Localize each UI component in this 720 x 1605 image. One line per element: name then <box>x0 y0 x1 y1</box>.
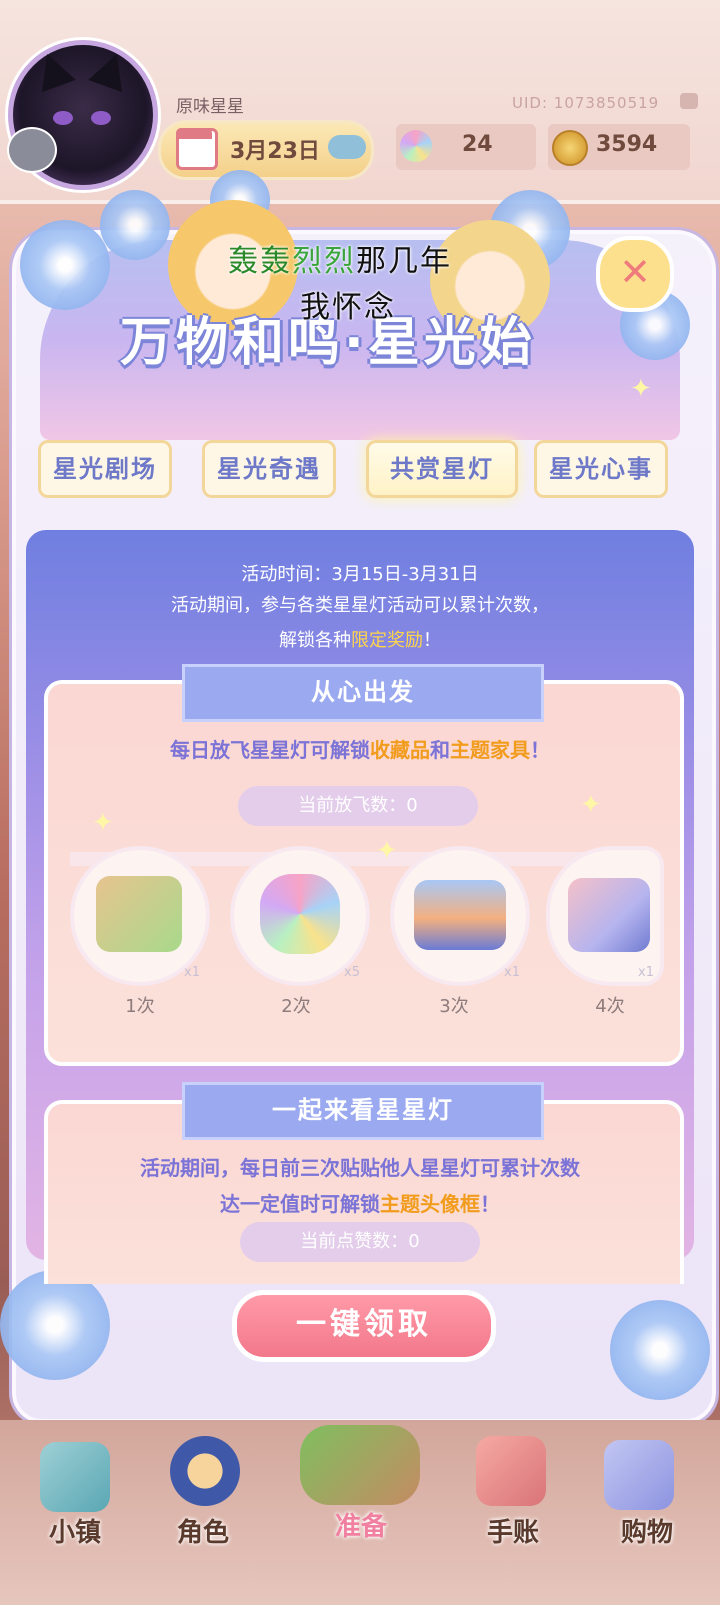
desc-text: ！ <box>530 738 550 762</box>
collectible-highlight: 收藏品 <box>370 738 430 762</box>
limited-reward-highlight: 限定奖励 <box>351 630 423 651</box>
launch-counter: 当前放飞数：0 <box>238 786 478 826</box>
sparkle-icon: ✦ <box>630 374 652 404</box>
overlay-caption-part: 轰轰 <box>228 244 292 279</box>
event-description: 活动期间，参与各类星星灯活动可以累计次数， <box>171 595 549 616</box>
cat-eye-icon <box>53 111 73 125</box>
gem-amount: 24 <box>462 132 493 157</box>
tab-star-secrets[interactable]: 星光心事 <box>534 440 668 498</box>
nav-label-town: 小镇 <box>48 1518 101 1548</box>
shopping-bag-icon[interactable] <box>604 1440 674 1510</box>
coin-icon <box>552 130 588 166</box>
blue-flower-icon <box>20 220 110 310</box>
food-bundle-icon <box>96 876 182 952</box>
overlay-caption-part: 烈烈 <box>292 244 356 279</box>
desc-text: ！ <box>480 1192 500 1216</box>
character-icon[interactable] <box>170 1436 240 1506</box>
section-description: 活动期间，每日前三次贴贴他人星星灯可累计次数 <box>140 1156 580 1180</box>
tab-star-encounter[interactable]: 星光奇遇 <box>202 440 336 498</box>
reward-slot[interactable]: x1 <box>390 846 530 986</box>
map-icon[interactable] <box>40 1442 110 1512</box>
player-avatar[interactable] <box>7 40 158 190</box>
copy-uid-icon[interactable] <box>680 93 698 109</box>
close-button[interactable]: ✕ <box>596 236 674 312</box>
nav-label-prepare: 准备 <box>334 1512 387 1542</box>
nav-label-shop: 购物 <box>620 1518 673 1548</box>
craft-supplies-icon <box>568 878 650 952</box>
section-title: 从心出发 <box>182 664 544 722</box>
overlay-caption-line2: 我怀念 <box>300 290 396 325</box>
tab-star-lanterns[interactable]: 共赏星灯 <box>366 440 518 498</box>
claim-all-button[interactable]: 一键领取 <box>232 1290 496 1362</box>
note-text: 解锁各种 <box>279 630 351 651</box>
event-tabs: 星光剧场 星光奇遇 共赏星灯 星光心事 <box>30 440 690 500</box>
cat-ear-icon <box>88 47 134 93</box>
blue-flower-icon <box>0 1270 110 1380</box>
reward-threshold: 3次 <box>439 996 469 1017</box>
reward-quantity: x1 <box>184 965 200 980</box>
reward-threshold: 2次 <box>281 996 311 1017</box>
event-reward-note: 解锁各种限定奖励！ <box>40 626 680 652</box>
mushroom-arch-icon <box>414 880 506 950</box>
nav-label-character: 角色 <box>176 1518 229 1548</box>
sparkle-icon: ✦ <box>376 836 398 866</box>
desc-text: 和 <box>430 738 450 762</box>
reward-quantity: x1 <box>504 965 520 980</box>
player-nickname: 原味星星 <box>176 97 244 117</box>
section-title: 一起来看星星灯 <box>182 1082 544 1140</box>
section-description: 每日放飞星星灯可解锁收藏品和主题家具！ <box>44 734 676 763</box>
nav-label-journal: 手账 <box>486 1518 539 1548</box>
current-date: 3月23日 <box>230 139 320 164</box>
like-counter: 当前点赞数：0 <box>240 1222 480 1262</box>
cat-eye-icon <box>91 111 111 125</box>
cat-ear-icon <box>30 47 76 93</box>
desc-text: 每日放飞星星灯可解锁 <box>170 738 370 762</box>
sparkle-icon: ✦ <box>580 790 602 820</box>
player-uid: UID: 1073850519 <box>512 94 660 112</box>
reward-quantity: x5 <box>344 965 360 980</box>
rainbow-star-icon <box>260 874 340 954</box>
note-text: ！ <box>423 630 441 651</box>
reward-slot[interactable]: x1 <box>70 846 210 986</box>
blue-flower-icon <box>100 190 170 260</box>
reward-slot[interactable]: x1 <box>546 846 664 986</box>
section-description: 达一定值时可解锁主题头像框！ <box>44 1188 676 1217</box>
pet-avatar-icon <box>7 127 57 173</box>
picnic-basket-icon[interactable] <box>300 1425 420 1505</box>
tab-star-theater[interactable]: 星光剧场 <box>38 440 172 498</box>
coin-amount: 3594 <box>596 132 658 157</box>
reward-slot[interactable]: x5 <box>230 846 370 986</box>
blue-flower-icon <box>610 1300 710 1400</box>
overlay-caption-part: 那几年 <box>356 244 452 279</box>
reward-threshold: 1次 <box>125 996 155 1017</box>
reward-quantity: x1 <box>638 965 654 980</box>
calendar-icon <box>176 128 218 170</box>
journal-icon[interactable] <box>476 1436 546 1506</box>
sparkle-icon: ✦ <box>92 808 114 838</box>
reward-threshold: 4次 <box>595 996 625 1017</box>
avatar-frame-highlight: 主题头像框 <box>380 1192 480 1216</box>
overlay-caption-line1: 轰轰烈烈那几年 <box>228 236 452 280</box>
weather-cloud-icon <box>328 135 366 159</box>
rainbow-gem-icon <box>400 130 432 162</box>
furniture-highlight: 主题家具 <box>450 738 530 762</box>
close-icon: ✕ <box>619 250 651 294</box>
desc-text: 达一定值时可解锁 <box>220 1192 380 1216</box>
event-time: 活动时间：3月15日-3月31日 <box>241 564 479 585</box>
